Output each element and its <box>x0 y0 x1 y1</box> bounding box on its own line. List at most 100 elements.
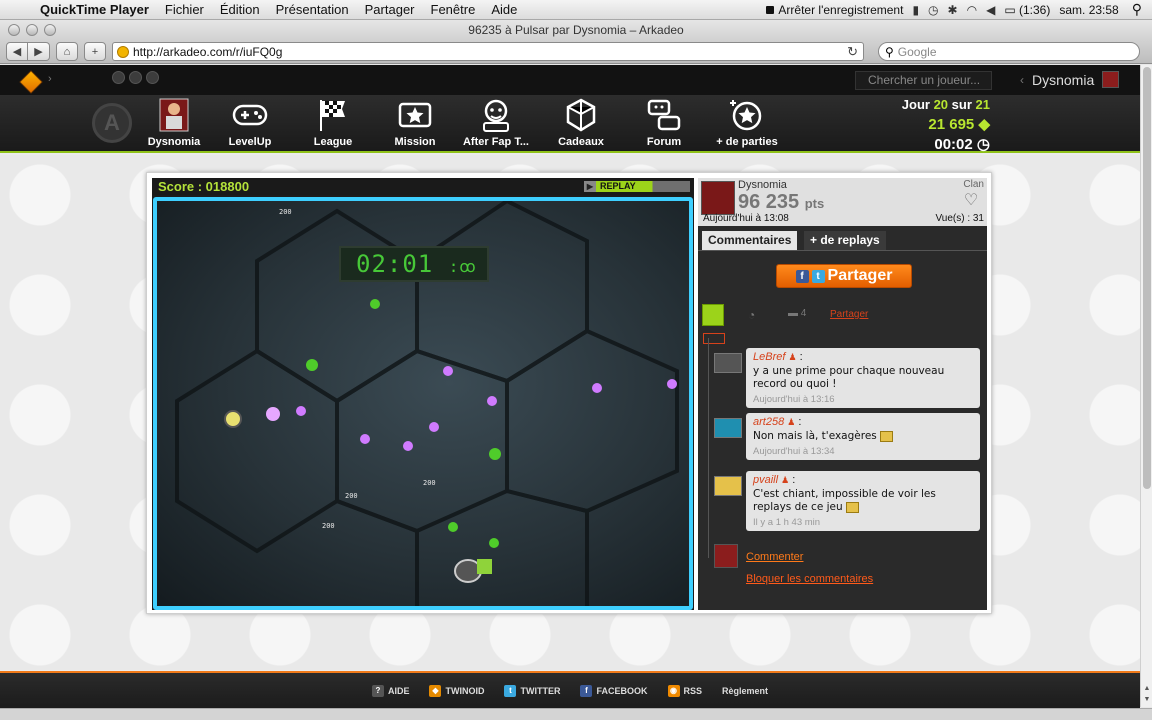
comment-text: y a une prime pour chaque nouveau record… <box>753 365 945 390</box>
nav-forum[interactable]: Forum <box>624 97 704 148</box>
forward-button[interactable]: ▶ <box>28 42 50 61</box>
back-button[interactable]: ◀ <box>6 42 28 61</box>
status-icon[interactable]: ▮ <box>912 3 919 17</box>
nav-label: Dysnomia <box>147 136 201 148</box>
game-arena[interactable]: 02:01 :ꝏ 200 200 200 200 <box>153 197 693 610</box>
comment-time: Aujourd'hui à 13:16 <box>753 394 835 405</box>
replay-container: Score : 018800 ▶ REPLAY 02:01:ꝏ 200 200… <box>146 172 992 614</box>
add-bookmark-button[interactable]: + <box>84 42 106 61</box>
menu-partager[interactable]: Partager <box>357 2 423 17</box>
menu-edition[interactable]: Édition <box>212 2 268 17</box>
footer-link-label: TWINOID <box>445 685 485 696</box>
replay-date: Aujourd'hui à 13:08 <box>703 213 789 224</box>
nav-more-games[interactable]: + de parties <box>707 97 787 148</box>
nav-cadeaux[interactable]: Cadeaux <box>541 97 621 148</box>
url-bar[interactable]: http://arkadeo.com/r/iuFQ0g ↻ <box>112 42 864 61</box>
comment-author[interactable]: art258 <box>753 416 784 428</box>
comment-avatar[interactable] <box>714 476 742 496</box>
scrollbar-thumb[interactable] <box>1143 67 1151 489</box>
footer-twitter[interactable]: t TWITTER <box>504 684 560 697</box>
nav-mission[interactable]: Mission <box>375 97 455 148</box>
score-bar: Score : 018800 ▶ REPLAY <box>152 178 694 195</box>
footer-rss[interactable]: ◉ RSS <box>667 684 702 697</box>
like-icon[interactable]: ◔ <box>748 308 755 322</box>
score-popup: 200 <box>279 208 292 216</box>
arkadeo-logo-icon[interactable] <box>19 70 43 94</box>
wifi-icon[interactable]: ◠ <box>967 3 977 17</box>
user-menu[interactable]: ‹ Dysnomia <box>1020 71 1120 88</box>
comment-author[interactable]: pvaill <box>753 474 778 486</box>
player-name[interactable]: Dysnomia <box>738 179 787 191</box>
page-scrollbar[interactable]: ▲ ▼ <box>1140 65 1152 707</box>
bluetooth-icon[interactable]: ✱ <box>948 3 958 17</box>
footer-facebook[interactable]: f FACEBOOK <box>580 684 648 697</box>
twitter-icon: t <box>811 269 825 283</box>
block-comments-link[interactable]: Bloquer les commentaires <box>746 573 873 585</box>
spotlight-icon[interactable]: ⚲ <box>1132 1 1142 18</box>
smiley-icon <box>880 430 894 442</box>
google-search-placeholder: Google <box>897 44 937 59</box>
close-window-button[interactable] <box>8 24 20 36</box>
chevron-right-icon[interactable]: › <box>48 73 52 85</box>
time-machine-icon[interactable]: ◷ <box>928 3 938 17</box>
share-link[interactable]: Partager <box>830 309 868 320</box>
play-icon[interactable]: ▶ <box>584 181 596 192</box>
footer-reglement[interactable]: Règlement <box>722 686 768 696</box>
comment-time: Il y a 1 h 43 min <box>753 517 821 528</box>
frame-icon <box>703 333 725 344</box>
home-button[interactable]: ⌂ <box>56 42 78 61</box>
favorite-heart-icon[interactable]: ♡ <box>962 192 980 210</box>
menu-fichier[interactable]: Fichier <box>157 2 212 17</box>
comment-avatar[interactable] <box>714 418 742 438</box>
coin-mini-icon[interactable] <box>146 71 159 84</box>
controller-mini-icon[interactable] <box>112 71 125 84</box>
scroll-down-icon[interactable]: ▼ <box>1141 696 1152 703</box>
nav-levelup[interactable]: LevelUp <box>210 97 290 148</box>
footer-twinoid[interactable]: ◆ TWINOID <box>429 684 485 697</box>
user-icon: ♟ <box>787 417 796 427</box>
clock[interactable]: sam. 23:58 <box>1059 3 1118 17</box>
tab-more-replays[interactable]: + de replays <box>804 231 886 250</box>
minimize-window-button[interactable] <box>26 24 38 36</box>
user-icon: ♟ <box>788 352 797 362</box>
score-label: Score : 018800 <box>158 179 250 194</box>
menu-presentation[interactable]: Présentation <box>268 2 357 17</box>
day-sep: sur <box>951 97 972 112</box>
help-icon: ? <box>371 684 384 697</box>
menu-aide[interactable]: Aide <box>483 2 525 17</box>
tab-commentaires[interactable]: Commentaires <box>702 231 798 250</box>
nav-label: Cadeaux <box>558 136 604 148</box>
comment-author[interactable]: LeBref <box>753 351 785 363</box>
stop-recording-item[interactable]: Arrêter l'enregistrement <box>766 3 903 17</box>
window-titlebar: 96235 à Pulsar par Dysnomia – Arkadeo <box>0 20 1152 40</box>
nav-profile[interactable]: Dysnomia <box>134 97 214 148</box>
battery-status[interactable]: ▭ (1:36) <box>1004 3 1050 17</box>
google-search-field[interactable]: ⚲ Google <box>878 42 1140 61</box>
footer-aide[interactable]: ? AIDE <box>371 684 409 697</box>
reload-icon[interactable]: ↻ <box>847 44 863 60</box>
puzzle-mini-icon[interactable] <box>129 71 142 84</box>
points-unit: pts <box>804 196 825 211</box>
player-search-input[interactable]: Chercher un joueur... <box>855 71 992 90</box>
footer-link-label: FACEBOOK <box>596 685 648 696</box>
grid-icon[interactable] <box>702 304 724 326</box>
arkadeo-home-icon[interactable]: A <box>92 103 132 143</box>
nav-league[interactable]: League <box>293 97 373 148</box>
menu-app-name[interactable]: QuickTime Player <box>34 2 157 17</box>
scroll-up-icon[interactable]: ▲ <box>1141 685 1152 692</box>
comment-avatar[interactable] <box>714 353 742 373</box>
menu-fenetre[interactable]: Fenêtre <box>423 2 484 17</box>
player-avatar[interactable] <box>701 181 735 215</box>
share-button[interactable]: f t Partager <box>776 264 912 288</box>
comment-count[interactable]: ▬ 4 <box>788 308 806 319</box>
zoom-window-button[interactable] <box>44 24 56 36</box>
volume-icon[interactable]: ◀ <box>986 3 995 17</box>
points-icon: ◆ <box>978 116 990 133</box>
replay-actions: ◔ ▬ 4 Partager <box>698 302 987 344</box>
timer-decoration-icon: :ꝏ <box>448 257 477 276</box>
gift-icon <box>563 97 599 133</box>
replay-progress[interactable]: ▶ REPLAY <box>584 181 690 192</box>
nav-after-fap[interactable]: After Fap T... <box>456 97 536 148</box>
window-title: 96235 à Pulsar par Dysnomia – Arkadeo <box>468 23 684 37</box>
comment-link[interactable]: Commenter <box>746 551 803 563</box>
